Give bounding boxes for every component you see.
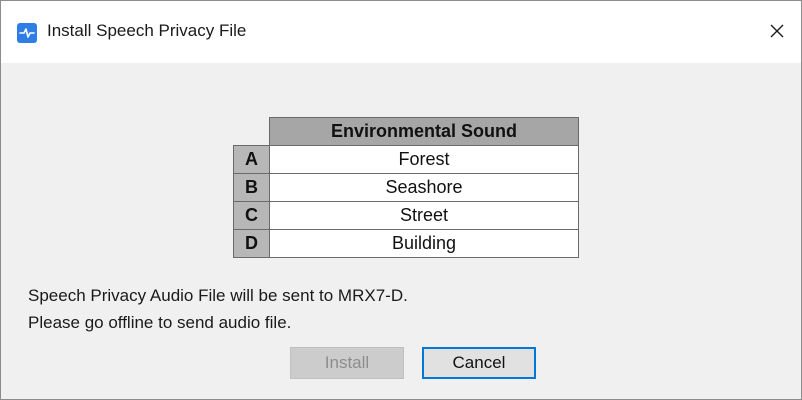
table-row: A Forest bbox=[233, 145, 579, 174]
close-icon bbox=[769, 23, 785, 44]
window-title: Install Speech Privacy File bbox=[47, 21, 247, 40]
row-letter: B bbox=[233, 173, 270, 202]
row-letter: A bbox=[233, 145, 270, 174]
row-value: Seashore bbox=[269, 173, 579, 202]
dialog-window: Install Speech Privacy File Environmenta… bbox=[0, 0, 802, 400]
environmental-sound-table: Environmental Sound A Forest B Seashore … bbox=[233, 117, 579, 258]
message-line-2: Please go offline to send audio file. bbox=[28, 313, 292, 332]
row-value: Building bbox=[269, 229, 579, 258]
table-header-row: Environmental Sound bbox=[234, 117, 579, 146]
close-button[interactable] bbox=[759, 16, 795, 50]
message-line-1: Speech Privacy Audio File will be sent t… bbox=[28, 286, 408, 305]
row-letter: D bbox=[233, 229, 270, 258]
title-bar: Install Speech Privacy File bbox=[1, 1, 801, 63]
table-header: Environmental Sound bbox=[269, 117, 579, 146]
row-letter: C bbox=[233, 201, 270, 230]
app-logo-icon bbox=[17, 23, 37, 43]
row-value: Street bbox=[269, 201, 579, 230]
table-row: C Street bbox=[233, 201, 579, 230]
row-value: Forest bbox=[269, 145, 579, 174]
table-row: B Seashore bbox=[233, 173, 579, 202]
table-row: D Building bbox=[233, 229, 579, 258]
cancel-button[interactable]: Cancel bbox=[422, 347, 536, 379]
install-button[interactable]: Install bbox=[290, 347, 404, 379]
table-corner bbox=[234, 118, 270, 146]
